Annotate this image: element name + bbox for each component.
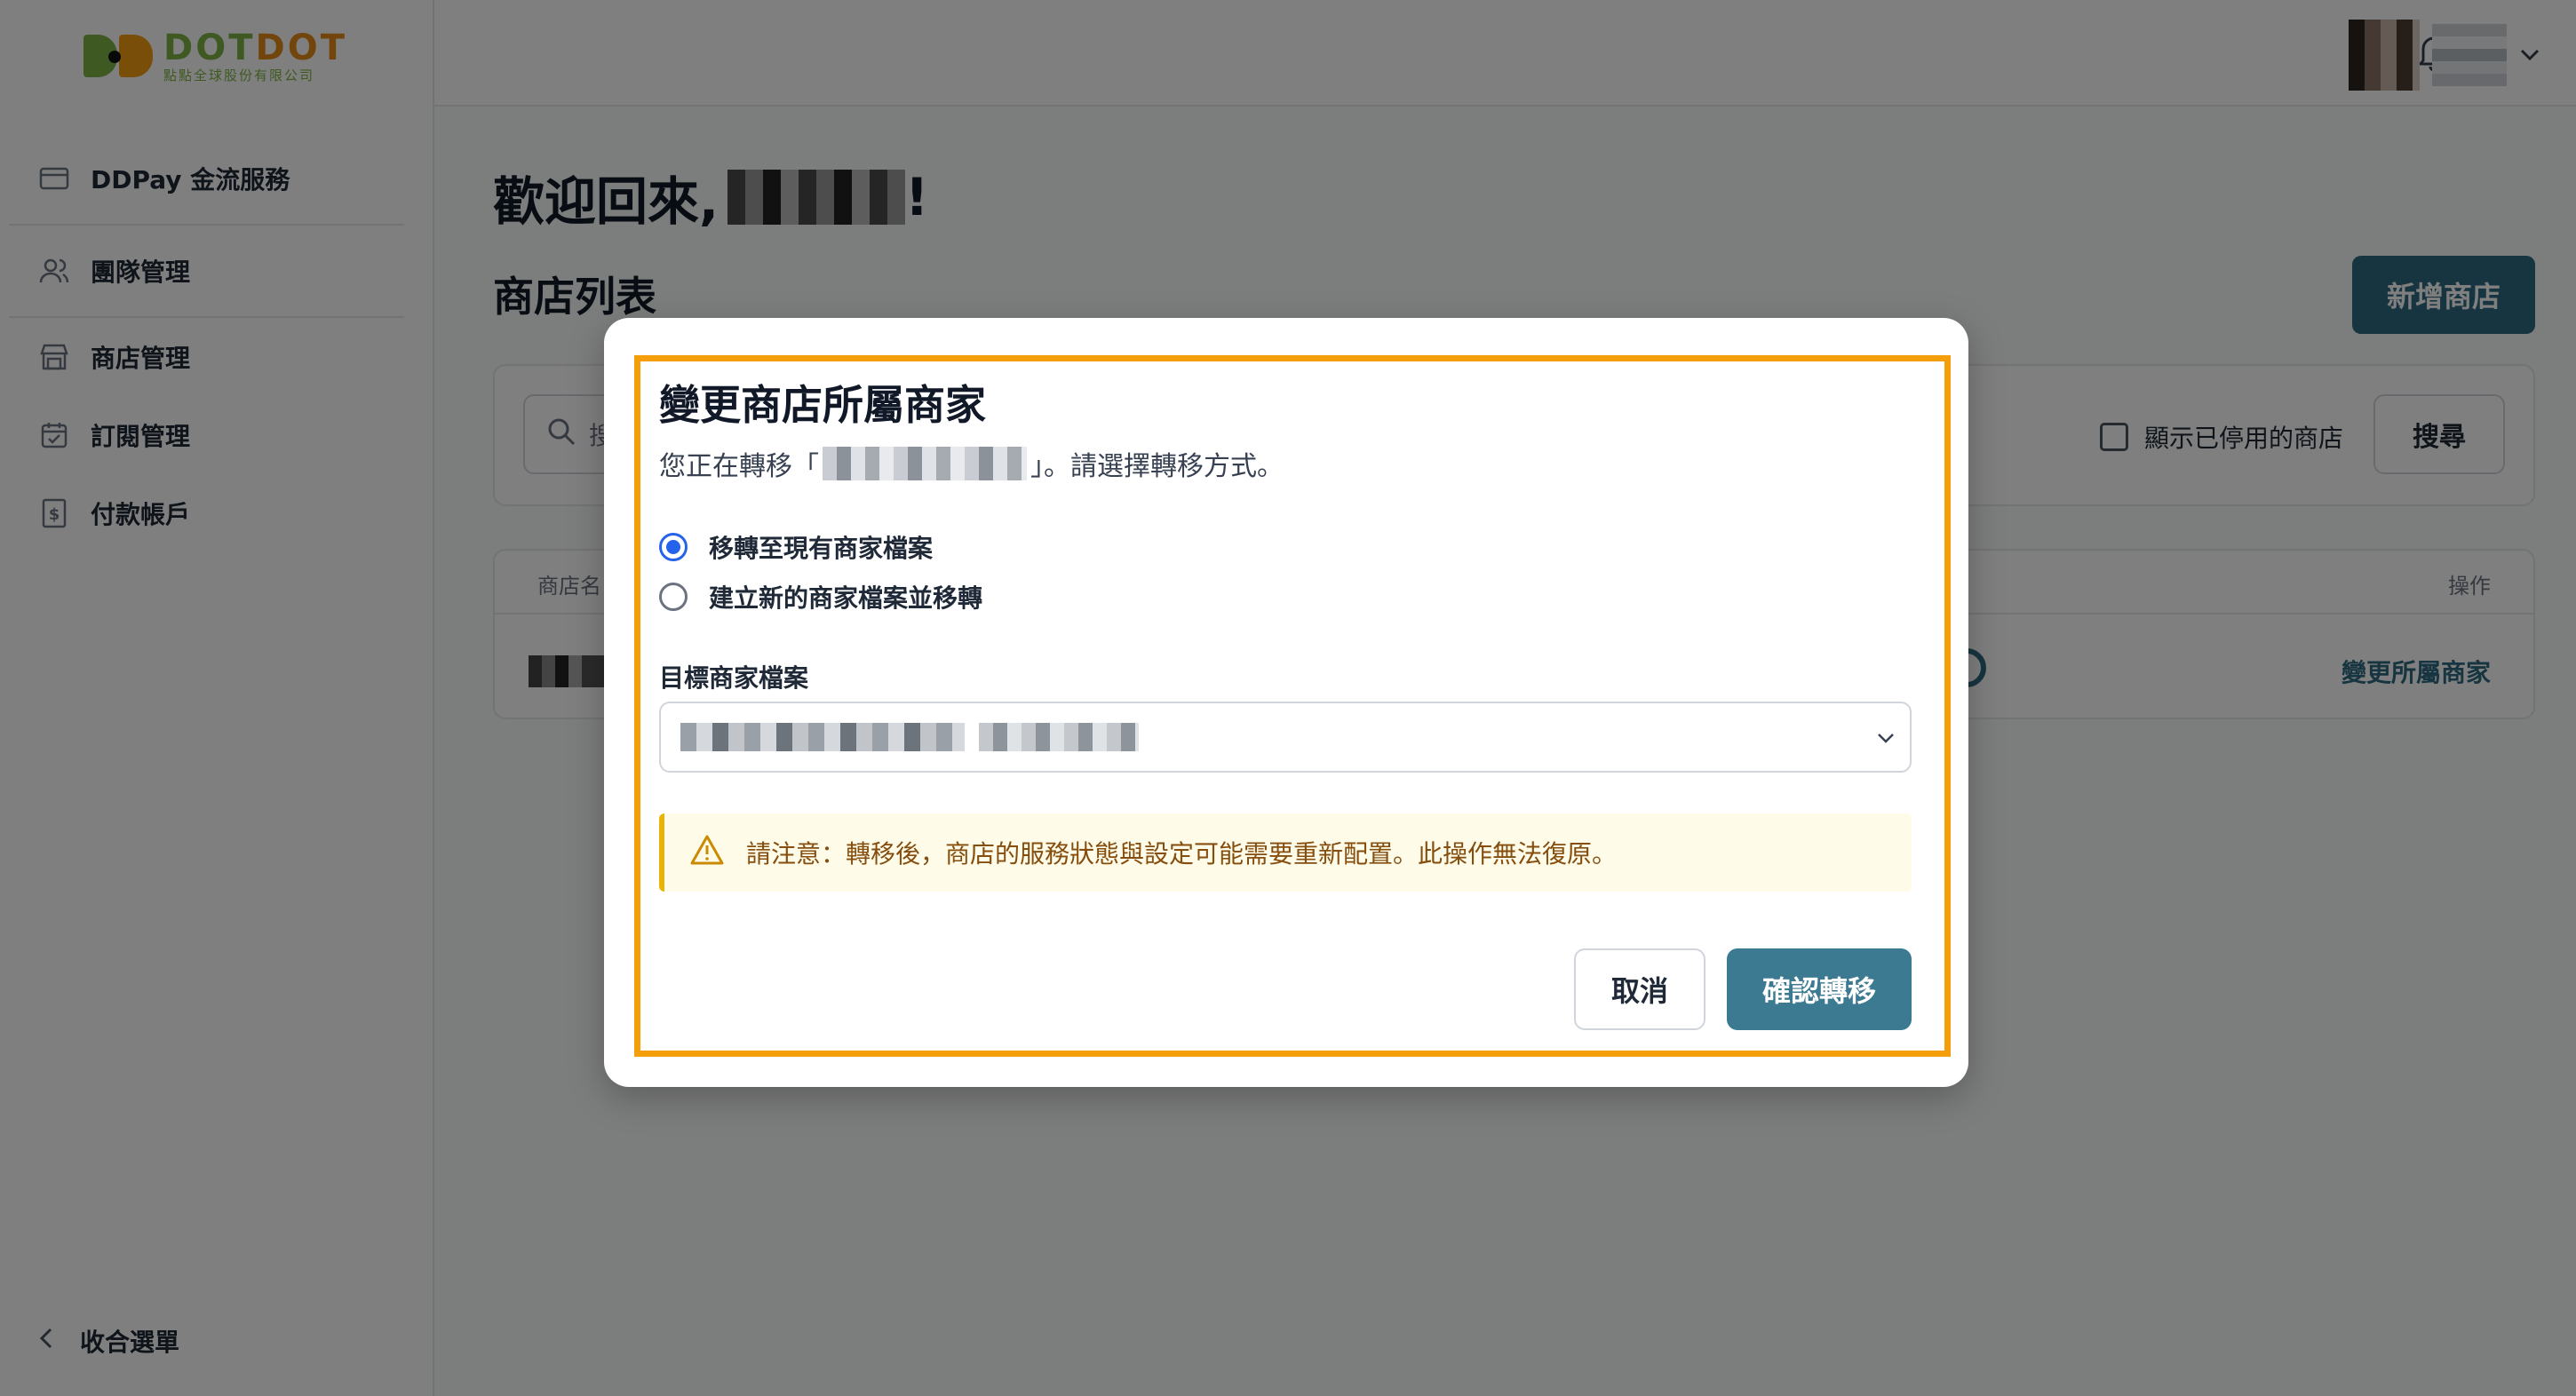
target-merchant-select[interactable] bbox=[659, 702, 1912, 773]
store-name-redacted bbox=[823, 447, 1027, 480]
option-create-new[interactable]: 建立新的商家檔案並移轉 bbox=[659, 579, 982, 615]
radio-button[interactable] bbox=[659, 533, 688, 561]
cancel-button[interactable]: 取消 bbox=[1574, 948, 1705, 1030]
radio-button[interactable] bbox=[659, 583, 688, 611]
confirm-transfer-button[interactable]: 確認轉移 bbox=[1727, 948, 1912, 1030]
dialog-description: 您正在轉移「 」。請選擇轉移方式。 bbox=[659, 444, 1284, 483]
change-merchant-dialog: 變更商店所屬商家 您正在轉移「 」。請選擇轉移方式。 移轉至現有商家檔案 建立新… bbox=[604, 318, 1968, 1087]
selected-merchant-redacted bbox=[680, 723, 965, 751]
warning-alert: 請注意：轉移後，商店的服務狀態與設定可能需要重新配置。此操作無法復原。 bbox=[659, 813, 1912, 892]
chevron-down-icon bbox=[1876, 725, 1896, 750]
selected-merchant-id-redacted bbox=[979, 723, 1139, 751]
warning-text: 請注意：轉移後，商店的服務狀態與設定可能需要重新配置。此操作無法復原。 bbox=[746, 839, 1618, 869]
target-merchant-label: 目標商家檔案 bbox=[659, 663, 809, 693]
option-label: 建立新的商家檔案並移轉 bbox=[709, 583, 983, 613]
dialog-title: 變更商店所屬商家 bbox=[659, 381, 986, 429]
warning-icon bbox=[689, 834, 725, 872]
option-transfer-existing[interactable]: 移轉至現有商家檔案 bbox=[659, 529, 933, 565]
option-label: 移轉至現有商家檔案 bbox=[709, 534, 934, 563]
